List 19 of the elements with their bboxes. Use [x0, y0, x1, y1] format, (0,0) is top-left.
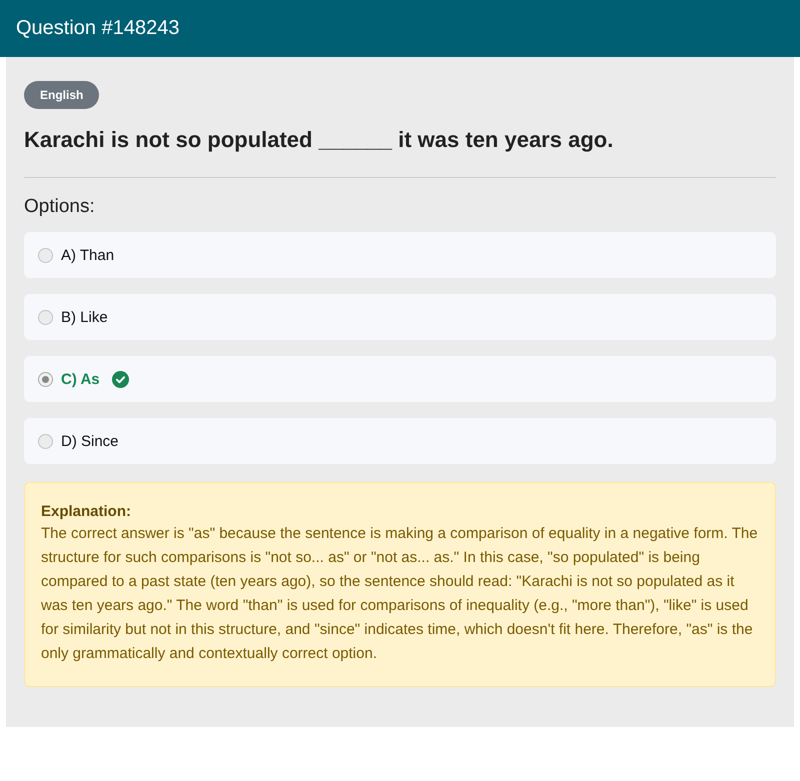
radio-button[interactable]: [38, 248, 53, 262]
option-label: C) As: [61, 370, 100, 388]
question-title: Question #148243: [16, 17, 180, 40]
language-tag: English: [24, 81, 100, 109]
option-card[interactable]: C) As: [24, 356, 776, 402]
options-label: Options:: [24, 196, 96, 218]
question-text: Karachi is not so populated ______ it was ten years ago.: [24, 127, 614, 153]
radio-button[interactable]: [38, 434, 53, 448]
radio-button[interactable]: [38, 372, 53, 386]
option-label: A) Than: [61, 246, 114, 264]
option-card[interactable]: D) Since: [24, 418, 776, 464]
explanation-text: The correct answer is "as" because the sentence is making a comparison of equality in a negative form. The structure for such comparisons is "not so... as" or "not as... as." In this case, "so populated" is being compared to a past state (ten years ago), so the sentence should read: "Karachi is not so populated as it was ten years ago." The word "than" is used for comparisons of inequality (e.g., "more than"), "like" is used for similarity but not in this structure, and "since" indicates time, which doesn't fit here. Therefore, "as" is the only grammatically and contextually correct option.: [41, 524, 759, 664]
option-label: D) Since: [61, 432, 119, 450]
option-card[interactable]: B) Like: [24, 294, 776, 340]
check-circle-icon: [112, 370, 129, 388]
option-card[interactable]: A) Than: [24, 232, 776, 278]
option-label: B) Like: [61, 308, 108, 326]
explanation-title: Explanation:: [41, 503, 132, 520]
radio-button[interactable]: [38, 310, 53, 324]
